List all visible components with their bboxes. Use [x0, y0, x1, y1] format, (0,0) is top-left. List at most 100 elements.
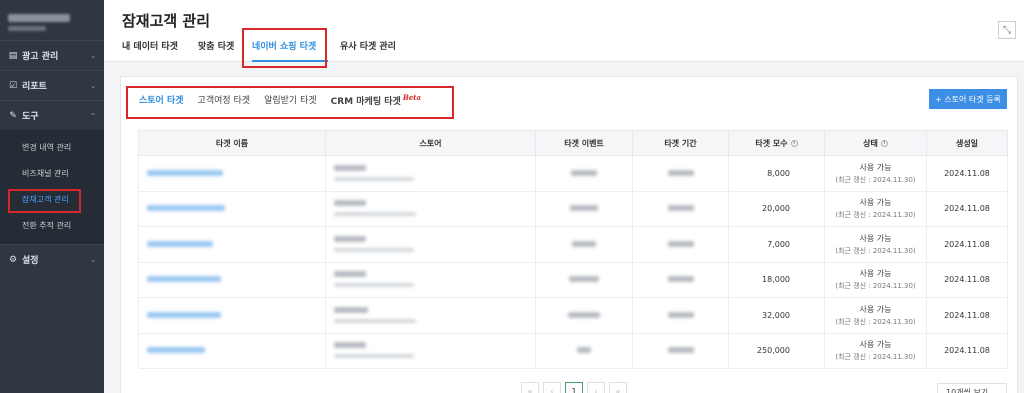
status-text: 사용 가능	[859, 233, 892, 243]
created-cell: 2024.11.08	[926, 261, 1008, 298]
page-button-current[interactable]: 1	[565, 382, 583, 393]
sidebar-item-ad-management[interactable]: ▤ 광고 관리 ⌄	[0, 40, 104, 70]
sidebar-item-report[interactable]: ☑ 리포트 ⌄	[0, 70, 104, 100]
col-target-period: 타겟 기간	[632, 130, 729, 156]
target-name-link[interactable]	[138, 297, 326, 334]
target-table: 타겟 이름 스토어 타겟 이벤트 타겟 기간 타겟 모수 i 상태 i 생성일 8,…	[138, 130, 1008, 369]
target-period-cell	[632, 190, 729, 227]
status-cell: 사용 가능 (최근 갱신 : 2024.11.30)	[824, 261, 927, 298]
expand-icon: ⤡	[1003, 24, 1011, 36]
chevron-down-icon: ⌄	[90, 256, 96, 264]
table-row: 32,000 사용 가능 (최근 갱신 : 2024.11.30) 2024.11…	[138, 297, 1008, 334]
highlight-box-sidebar	[8, 189, 81, 213]
status-cell: 사용 가능 (최근 갱신 : 2024.11.30)	[824, 226, 927, 263]
target-size-cell: 32,000	[728, 297, 825, 334]
col-target-name: 타겟 이름	[138, 130, 326, 156]
table-header-row: 타겟 이름 스토어 타겟 이벤트 타겟 기간 타겟 모수 i 상태 i 생성일	[138, 130, 1008, 156]
status-cell: 사용 가능 (최근 갱신 : 2024.11.30)	[824, 297, 927, 334]
store-cell	[325, 190, 536, 227]
sidebar-item-settings[interactable]: ⚙ 설정 ⌄	[0, 244, 104, 274]
status-updated: (최근 갱신 : 2024.11.30)	[835, 317, 916, 326]
target-size-cell: 8,000	[728, 155, 825, 192]
status-updated: (최근 갱신 : 2024.11.30)	[835, 211, 916, 220]
page-size-select[interactable]: 10개씩 보기	[937, 383, 1007, 393]
next-page-button[interactable]: ›	[587, 382, 605, 393]
info-icon[interactable]: i	[790, 139, 798, 147]
status-text: 사용 가능	[859, 304, 892, 314]
sidebar-subitem-change-history[interactable]: 변경 내역 관리	[0, 134, 104, 160]
store-cell	[325, 155, 536, 192]
content-card: 스토어 타겟 고객여정 타겟 알림받기 타겟 CRM 마케팅 타겟 Beta + …	[120, 76, 1018, 393]
status-text: 사용 가능	[859, 162, 892, 172]
status-updated: (최근 갱신 : 2024.11.30)	[835, 282, 916, 291]
pencil-icon: ✎	[9, 110, 17, 121]
sidebar: ▤ 광고 관리 ⌄ ☑ 리포트 ⌄ ✎ 도구 ⌃ 변경 내역 관리 비즈채널 관…	[0, 0, 104, 393]
target-name-link[interactable]	[138, 155, 326, 192]
target-event-cell	[535, 261, 633, 298]
target-event-cell	[535, 155, 633, 192]
target-period-cell	[632, 261, 729, 298]
table-row: 18,000 사용 가능 (최근 갱신 : 2024.11.30) 2024.11…	[138, 261, 1008, 298]
target-period-cell	[632, 297, 729, 334]
sidebar-subitem-bizchannel[interactable]: 비즈채널 관리	[0, 160, 104, 186]
store-cell	[325, 297, 536, 334]
chevron-down-icon: ⌄	[90, 82, 96, 90]
target-name-link[interactable]	[138, 226, 326, 263]
sidebar-subitem-conversion[interactable]: 전환 추적 관리	[0, 212, 104, 238]
target-event-cell	[535, 226, 633, 263]
sidebar-menu: ▤ 광고 관리 ⌄ ☑ 리포트 ⌄ ✎ 도구 ⌃ 변경 내역 관리 비즈채널 관…	[0, 40, 104, 274]
target-name-link[interactable]	[138, 190, 326, 227]
tab-my-data[interactable]: 내 데이터 타겟	[122, 40, 198, 62]
col-created: 생성일	[926, 130, 1008, 156]
highlight-box-tab	[242, 28, 327, 68]
target-period-cell	[632, 226, 729, 263]
target-name-link[interactable]	[138, 332, 326, 369]
status-text: 사용 가능	[859, 198, 892, 208]
store-cell	[325, 226, 536, 263]
created-cell: 2024.11.08	[926, 332, 1008, 369]
sidebar-item-tools[interactable]: ✎ 도구 ⌃	[0, 100, 104, 130]
account-name-blurred[interactable]	[0, 0, 104, 40]
target-name-link[interactable]	[138, 261, 326, 298]
col-target-event: 타겟 이벤트	[535, 130, 633, 156]
report-icon: ☑	[8, 80, 18, 91]
add-store-target-button[interactable]: + 스토어 타겟 등록	[929, 89, 1007, 109]
first-page-button[interactable]: «	[521, 382, 539, 393]
chevron-up-icon: ⌃	[90, 112, 96, 120]
chevron-right-icon: ›	[594, 386, 598, 393]
status-cell: 사용 가능 (최근 갱신 : 2024.11.30)	[824, 155, 927, 192]
target-size-cell: 20,000	[728, 190, 825, 227]
target-period-cell	[632, 332, 729, 369]
sidebar-item-label: 광고 관리	[22, 52, 59, 62]
target-size-cell: 250,000	[728, 332, 825, 369]
table-row: 7,000 사용 가능 (최근 갱신 : 2024.11.30) 2024.11.…	[138, 226, 1008, 263]
table-row: 250,000 사용 가능 (최근 갱신 : 2024.11.30) 2024.1…	[138, 332, 1008, 369]
store-cell	[325, 332, 536, 369]
sidebar-item-label: 리포트	[22, 82, 47, 92]
tab-lookalike[interactable]: 유사 타겟 관리	[340, 40, 420, 62]
col-status: 상태 i	[824, 130, 927, 156]
target-event-cell	[535, 190, 633, 227]
page-title: 잠재고객 관리	[122, 12, 211, 30]
col-status-label: 상태	[863, 138, 878, 148]
target-event-cell	[535, 297, 633, 334]
table-row: 20,000 사용 가능 (최근 갱신 : 2024.11.30) 2024.11…	[138, 190, 1008, 227]
status-text: 사용 가능	[859, 269, 892, 279]
created-cell: 2024.11.08	[926, 155, 1008, 192]
status-updated: (최근 갱신 : 2024.11.30)	[835, 353, 916, 362]
target-size-cell: 7,000	[728, 226, 825, 263]
gear-icon: ⚙	[8, 254, 18, 265]
last-page-button[interactable]: »	[609, 382, 627, 393]
sidebar-item-label: 도구	[22, 112, 39, 122]
double-chevron-right-icon: »	[615, 386, 621, 393]
prev-page-button[interactable]: ‹	[543, 382, 561, 393]
table-row: 8,000 사용 가능 (최근 갱신 : 2024.11.30) 2024.11.…	[138, 155, 1008, 192]
col-target-size-label: 타겟 모수	[755, 138, 788, 148]
expand-button[interactable]: ⤡	[998, 21, 1016, 39]
store-cell	[325, 261, 536, 298]
ad-icon: ▤	[8, 50, 18, 61]
info-icon[interactable]: i	[880, 139, 888, 147]
created-cell: 2024.11.08	[926, 297, 1008, 334]
created-cell: 2024.11.08	[926, 190, 1008, 227]
pagination: « ‹ 1 › »	[521, 382, 631, 393]
